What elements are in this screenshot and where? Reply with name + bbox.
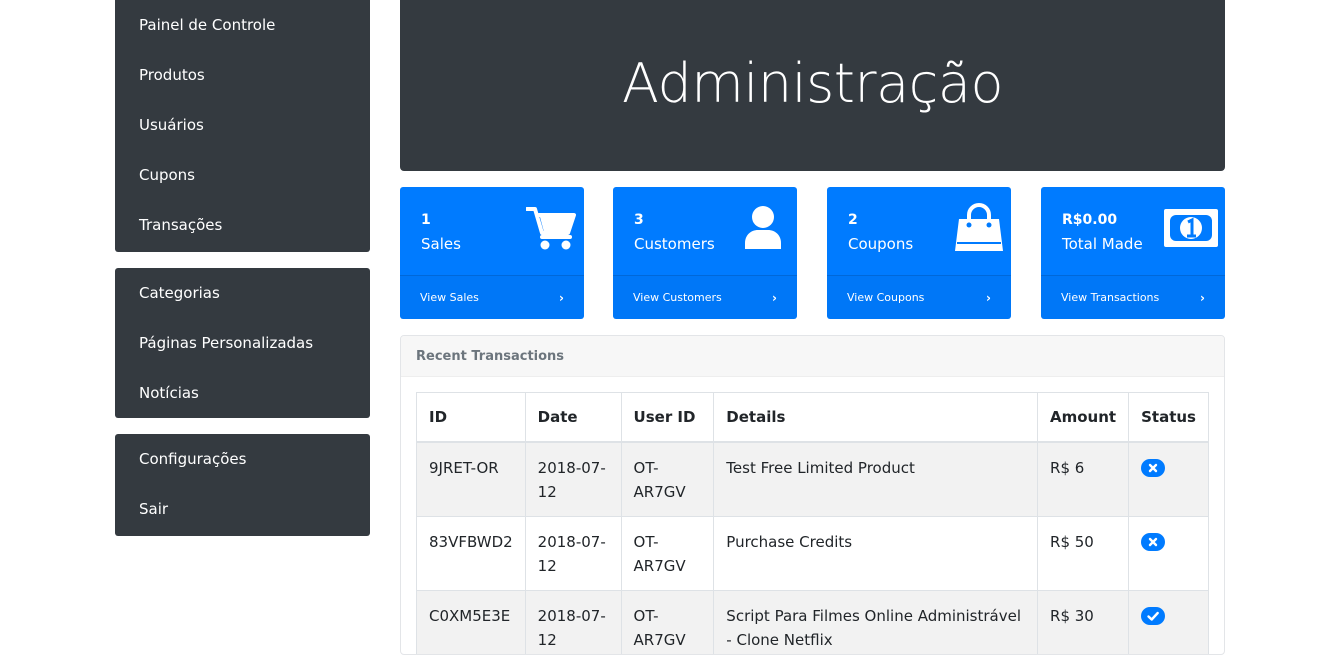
stat-card-sales: 1 Sales View Sales ›	[400, 187, 584, 319]
card-footer-label: View Sales	[420, 291, 479, 304]
view-sales-link[interactable]: View Sales ›	[400, 275, 584, 319]
chevron-right-icon: ›	[559, 290, 564, 305]
shopping-bag-icon	[953, 203, 1005, 257]
sidebar-group-content: Categorias Páginas Personalizadas Notíci…	[115, 268, 370, 418]
x-circle-icon	[1141, 458, 1166, 477]
cell-status	[1128, 589, 1209, 654]
sidebar-item-usuarios[interactable]: Usuários	[115, 100, 370, 150]
sidebar-item-transacoes[interactable]: Transações	[115, 200, 370, 250]
sidebar-item-sair[interactable]: Sair	[115, 484, 370, 534]
cart-icon	[525, 205, 576, 255]
cell-details: Script Para Filmes Online Administrável …	[713, 589, 1039, 654]
card-footer-label: View Coupons	[847, 291, 925, 304]
sidebar-item-cupons[interactable]: Cupons	[115, 150, 370, 200]
stat-card-total: R$0.00 Total Made View Transactions ›	[1041, 187, 1225, 319]
cell-user-id: OT-AR7GV	[620, 515, 715, 591]
stat-card-customers: 3 Customers View Customers ›	[613, 187, 797, 319]
view-coupons-link[interactable]: View Coupons ›	[827, 275, 1011, 319]
col-header-user-id[interactable]: User ID	[620, 392, 715, 443]
cell-date: 2018-07-12	[524, 441, 622, 517]
user-icon	[743, 205, 783, 255]
cell-date: 2018-07-12	[524, 589, 622, 654]
sidebar-item-categorias[interactable]: Categorias	[115, 268, 370, 318]
sidebar-group-system: Configurações Sair	[115, 434, 370, 536]
check-circle-icon	[1141, 606, 1166, 625]
cell-id: C0XM5E3E	[416, 589, 526, 654]
sidebar-item-noticias[interactable]: Notícias	[115, 368, 370, 418]
card-footer-label: View Customers	[633, 291, 722, 304]
money-bill-icon	[1163, 207, 1219, 253]
cell-amount: R$ 6	[1037, 441, 1130, 517]
cell-date: 2018-07-12	[524, 515, 622, 591]
panel-title: Recent Transactions	[401, 336, 1224, 377]
col-header-details[interactable]: Details	[713, 392, 1039, 443]
view-transactions-link[interactable]: View Transactions ›	[1041, 275, 1225, 319]
cell-amount: R$ 50	[1037, 515, 1130, 591]
transactions-table: ID Date User ID Details Amount Status 9J…	[416, 392, 1209, 654]
cell-id: 83VFBWD2	[416, 515, 526, 591]
stat-cards: 1 Sales View Sales › 3 Customers View Cu…	[400, 187, 1225, 319]
recent-transactions-panel: Recent Transactions ID Date User ID Deta…	[400, 335, 1225, 655]
page-title: Administração	[621, 52, 1004, 115]
col-header-id[interactable]: ID	[416, 392, 526, 443]
cell-user-id: OT-AR7GV	[620, 441, 715, 517]
col-header-status[interactable]: Status	[1128, 392, 1209, 443]
cell-user-id: OT-AR7GV	[620, 589, 715, 654]
col-header-date[interactable]: Date	[524, 392, 622, 443]
cell-details: Purchase Credits	[713, 515, 1039, 591]
col-header-amount[interactable]: Amount	[1037, 392, 1130, 443]
table-row[interactable]: 9JRET-OR 2018-07-12 OT-AR7GV Test Free L…	[416, 441, 1209, 517]
sidebar-group-main: Painel de Controle Produtos Usuários Cup…	[115, 0, 370, 252]
card-footer-label: View Transactions	[1061, 291, 1160, 304]
sidebar-item-configuracoes[interactable]: Configurações	[115, 434, 370, 484]
table-row[interactable]: C0XM5E3E 2018-07-12 OT-AR7GV Script Para…	[416, 589, 1209, 654]
sidebar-item-paginas[interactable]: Páginas Personalizadas	[115, 318, 370, 368]
cell-details: Test Free Limited Product	[713, 441, 1039, 517]
x-circle-icon	[1141, 532, 1166, 551]
chevron-right-icon: ›	[986, 290, 991, 305]
hero-banner: Administração	[400, 0, 1225, 171]
table-header-row: ID Date User ID Details Amount Status	[416, 392, 1209, 443]
cell-status	[1128, 441, 1209, 517]
sidebar-item-produtos[interactable]: Produtos	[115, 50, 370, 100]
cell-id: 9JRET-OR	[416, 441, 526, 517]
chevron-right-icon: ›	[1200, 290, 1205, 305]
cell-status	[1128, 515, 1209, 591]
sidebar-item-painel[interactable]: Painel de Controle	[115, 0, 370, 50]
sidebar: Painel de Controle Produtos Usuários Cup…	[115, 0, 370, 552]
chevron-right-icon: ›	[772, 290, 777, 305]
stat-card-coupons: 2 Coupons View Coupons ›	[827, 187, 1011, 319]
view-customers-link[interactable]: View Customers ›	[613, 275, 797, 319]
table-row[interactable]: 83VFBWD2 2018-07-12 OT-AR7GV Purchase Cr…	[416, 515, 1209, 591]
main-content: Administração 1 Sales View Sales › 3 Cus…	[400, 0, 1225, 655]
cell-amount: R$ 30	[1037, 589, 1130, 654]
